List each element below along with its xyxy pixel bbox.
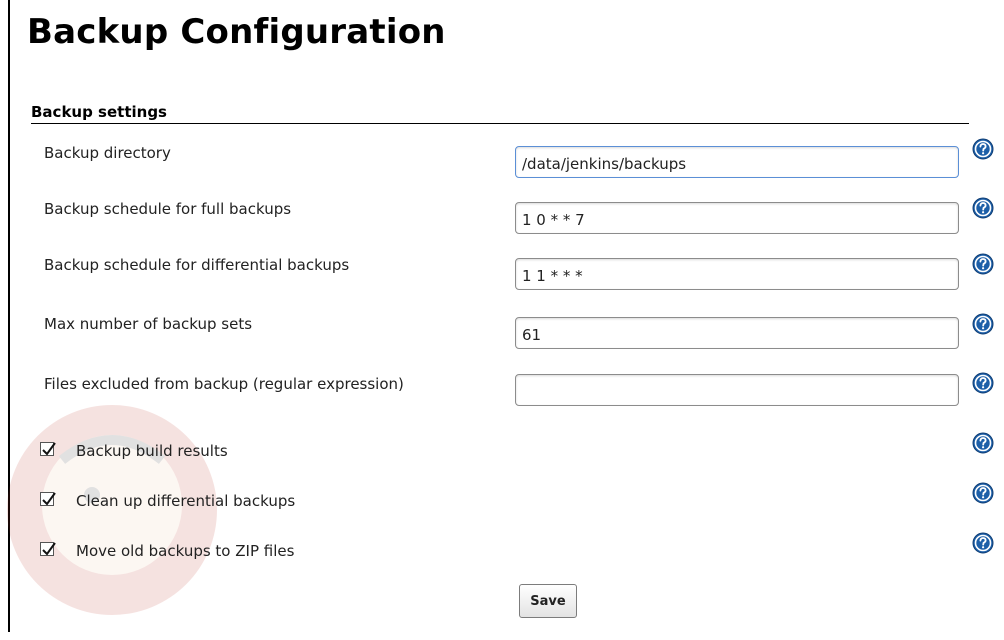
differential-schedule-label: Backup schedule for differential backups: [44, 256, 350, 274]
checkmark-icon: [42, 492, 56, 506]
differential-schedule-input[interactable]: [515, 258, 959, 290]
config-panel: Backup Configuration Backup settings Bac…: [7, 0, 1004, 632]
checkmark-icon: [42, 442, 56, 456]
excluded-files-input[interactable]: [515, 374, 959, 406]
save-button[interactable]: Save: [519, 584, 577, 618]
zip-old-backups-label: Move old backups to ZIP files: [76, 542, 295, 560]
field-row-differential-schedule: Backup schedule for differential backups: [10, 254, 1004, 294]
full-schedule-input[interactable]: [515, 202, 959, 234]
field-row-full-schedule: Backup schedule for full backups: [10, 198, 1004, 238]
page-title: Backup Configuration: [27, 12, 446, 52]
backup-directory-input[interactable]: [515, 146, 959, 178]
checkbox-row-zip-old-backups: Move old backups to ZIP files: [10, 540, 1004, 568]
field-row-excluded-files: Files excluded from backup (regular expr…: [10, 370, 1004, 410]
cleanup-differential-checkbox[interactable]: [40, 492, 56, 506]
help-icon[interactable]: [972, 197, 994, 219]
help-icon[interactable]: [972, 138, 994, 160]
checkbox-row-build-results: Backup build results: [10, 440, 1004, 468]
field-row-backup-directory: Backup directory: [10, 142, 1004, 182]
build-results-label: Backup build results: [76, 442, 228, 460]
zip-old-backups-checkbox[interactable]: [40, 542, 56, 556]
max-backup-sets-input[interactable]: [515, 317, 959, 349]
excluded-files-label: Files excluded from backup (regular expr…: [44, 375, 404, 393]
build-results-checkbox[interactable]: [40, 442, 56, 456]
help-icon[interactable]: [972, 532, 994, 554]
max-backup-sets-label: Max number of backup sets: [44, 315, 253, 333]
cleanup-differential-label: Clean up differential backups: [76, 492, 296, 510]
help-icon[interactable]: [972, 432, 994, 454]
help-icon[interactable]: [972, 253, 994, 275]
help-icon[interactable]: [972, 482, 994, 504]
help-icon[interactable]: [972, 372, 994, 394]
full-schedule-label: Backup schedule for full backups: [44, 200, 292, 218]
section-title: Backup settings: [31, 103, 969, 124]
help-icon[interactable]: [972, 313, 994, 335]
field-row-max-backup-sets: Max number of backup sets: [10, 313, 1004, 353]
checkbox-row-cleanup-differential: Clean up differential backups: [10, 490, 1004, 518]
checkmark-icon: [42, 542, 56, 556]
backup-directory-label: Backup directory: [44, 144, 171, 162]
